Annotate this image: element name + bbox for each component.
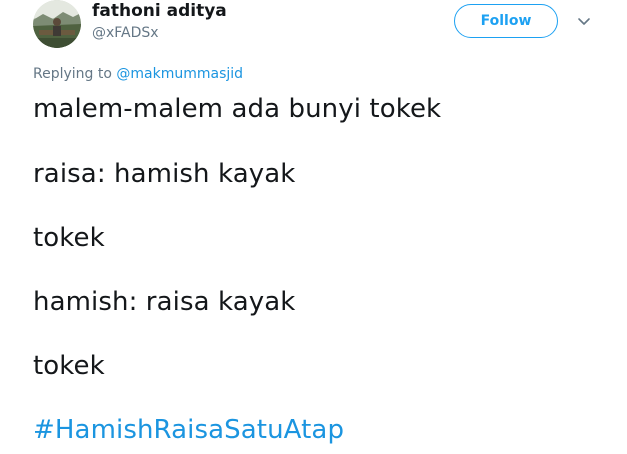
replying-to-label: Replying to: [33, 66, 117, 82]
tweet-text-line-2: raisa: hamish kayak: [33, 159, 296, 189]
tweet-text-line-1: malem-malem ada bunyi tokek: [33, 94, 442, 124]
avatar[interactable]: [33, 0, 81, 48]
reply-mention-link[interactable]: @makmummasjid: [116, 66, 243, 82]
tweet-text-line-4: hamish: raisa kayak: [33, 287, 296, 317]
follow-button[interactable]: Follow: [454, 4, 558, 38]
profile-photo-icon: [33, 0, 81, 48]
display-name[interactable]: fathoni aditya: [92, 1, 227, 21]
hashtag-link[interactable]: #HamishRaisaSatuAtap: [33, 415, 344, 445]
tweet-text-line-3: tokek: [33, 223, 105, 253]
tweet-text-line-5: tokek: [33, 351, 105, 381]
tweet-header: fathoni aditya @xFADSx Follow: [0, 0, 627, 56]
user-handle[interactable]: @xFADSx: [92, 25, 159, 41]
replying-to: Replying to @makmummasjid: [33, 66, 243, 82]
chevron-down-icon[interactable]: [576, 14, 592, 28]
